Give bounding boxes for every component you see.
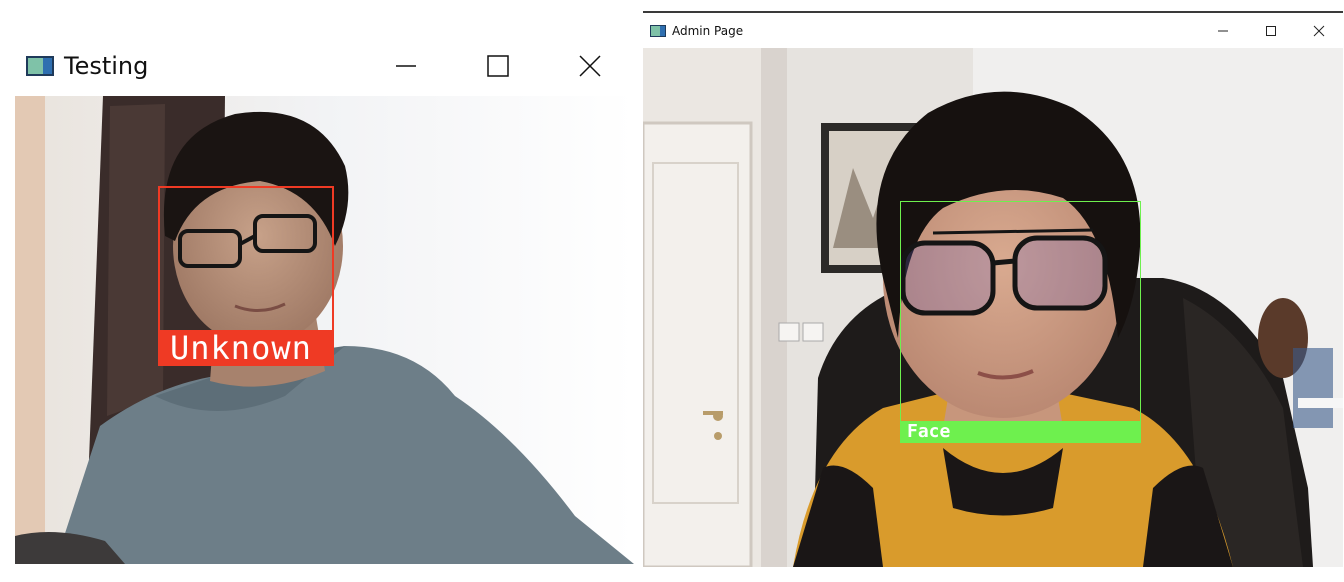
admin-page-window: Admin Page Face bbox=[643, 11, 1343, 567]
face-label: Face bbox=[900, 421, 1141, 443]
title-bar[interactable]: Testing bbox=[10, 36, 636, 96]
window-title: Testing bbox=[64, 52, 149, 80]
maximize-icon bbox=[1266, 25, 1276, 36]
close-icon bbox=[579, 55, 601, 77]
maximize-button[interactable] bbox=[452, 36, 544, 96]
app-window-icon bbox=[26, 56, 54, 76]
minimize-button[interactable] bbox=[360, 36, 452, 96]
close-icon bbox=[1313, 25, 1325, 36]
close-button[interactable] bbox=[1295, 13, 1343, 48]
testing-window: Testing Unknown bbox=[10, 36, 636, 566]
maximize-button[interactable] bbox=[1247, 13, 1295, 48]
maximize-icon bbox=[487, 55, 509, 77]
app-window-icon bbox=[650, 24, 666, 37]
face-label: Unknown bbox=[158, 330, 334, 366]
minimize-icon bbox=[396, 65, 416, 67]
face-bounding-box bbox=[900, 201, 1141, 443]
webcam-feed: Unknown bbox=[15, 96, 634, 564]
minimize-button[interactable] bbox=[1199, 13, 1247, 48]
close-button[interactable] bbox=[544, 36, 636, 96]
title-bar[interactable]: Admin Page bbox=[643, 13, 1343, 48]
webcam-feed: Face bbox=[643, 48, 1343, 567]
minimize-icon bbox=[1218, 30, 1228, 31]
window-title: Admin Page bbox=[672, 23, 744, 38]
